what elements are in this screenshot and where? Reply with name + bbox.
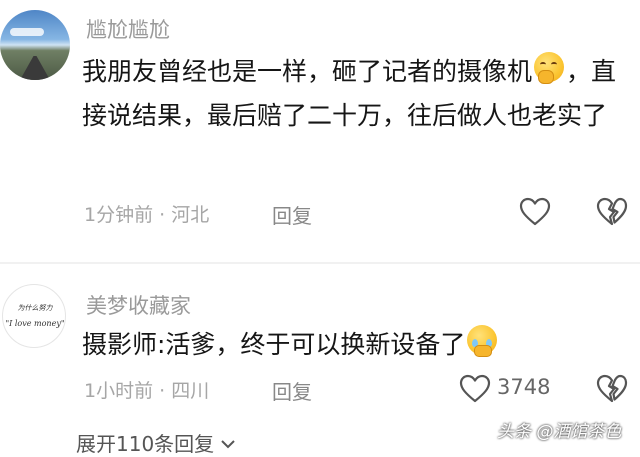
comment-item: 尴尬尴尬 我朋友曾经也是一样，砸了记者的摄像机 ，直接说结果，最后赔了二十万，往后…: [0, 0, 640, 262]
comment-text: 摄影师:活爹，终于可以换新设备了: [82, 323, 634, 367]
avatar-text: 为什么努力: [17, 304, 53, 312]
like-count: 3748: [497, 375, 551, 399]
username[interactable]: 美梦收藏家: [86, 290, 191, 320]
avatar[interactable]: [0, 10, 70, 80]
avatar[interactable]: 为什么努力 "I love money": [2, 284, 66, 348]
comment-text: 我朋友曾经也是一样，砸了记者的摄像机 ，直接说结果，最后赔了二十万，往后做人也老实…: [82, 50, 634, 138]
hand-over-mouth-emoji: [532, 50, 566, 84]
comment-meta: 1分钟前 · 河北: [84, 204, 210, 226]
heart-icon[interactable]: [459, 374, 491, 404]
pleading-tears-emoji: [465, 323, 499, 357]
heart-icon[interactable]: [519, 197, 551, 227]
comment-text-part1: 我朋友曾经也是一样，砸了记者的摄像机: [82, 57, 533, 86]
username[interactable]: 尴尬尴尬: [86, 14, 170, 44]
comment-meta: 1小时前 · 四川: [84, 380, 210, 402]
expand-replies-label: 展开110条回复: [76, 432, 215, 456]
reply-button[interactable]: 回复: [272, 376, 312, 405]
avatar-text: "I love money": [5, 319, 65, 328]
comment-text-part1: 摄影师:活爹，终于可以换新设备了: [82, 330, 466, 359]
broken-heart-icon[interactable]: [596, 374, 628, 404]
reply-button[interactable]: 回复: [272, 200, 312, 229]
watermark: 头条 @酒馆茶色: [497, 422, 622, 442]
broken-heart-icon[interactable]: [596, 197, 628, 227]
avatar-road: [20, 56, 50, 80]
expand-replies-link[interactable]: 展开110条回复: [76, 428, 236, 457]
avatar-cloud: [10, 28, 44, 36]
chevron-down-icon: [221, 440, 235, 449]
